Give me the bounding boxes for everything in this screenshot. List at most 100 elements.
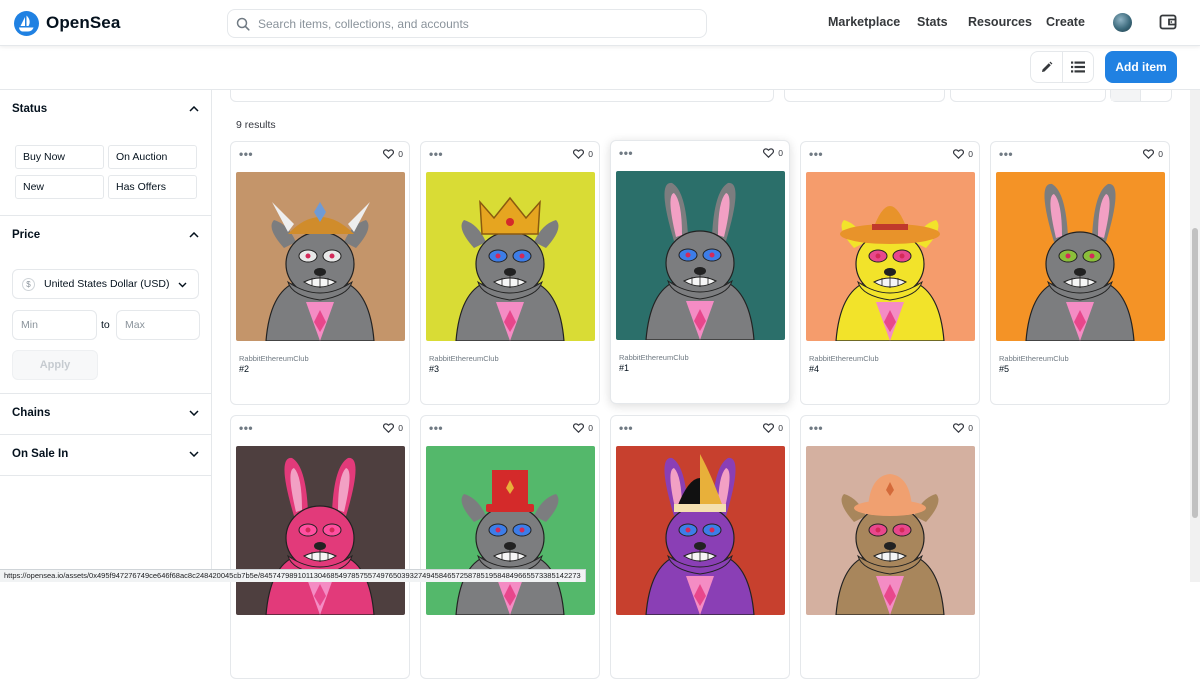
asset-image[interactable] [426,172,595,341]
asset-image[interactable] [616,446,785,615]
nav-create[interactable]: Create [1046,15,1085,29]
asset-image[interactable] [996,172,1165,341]
more-options-icon[interactable]: ••• [619,421,633,435]
nav-marketplace[interactable]: Marketplace [828,15,900,29]
asset-name[interactable]: #4 [809,364,819,374]
asset-image[interactable] [236,172,405,341]
heart-icon [763,423,775,433]
currency-value: United States Dollar (USD) [44,278,170,290]
favorite-count: 0 [778,423,783,433]
asset-image[interactable] [616,171,785,340]
chains-filter-title: Chains [12,407,51,419]
asset-image[interactable] [806,172,975,341]
heart-icon [383,423,395,433]
nav-resources[interactable]: Resources [968,15,1032,29]
asset-card[interactable]: ••• 0 RabbitEthereumClub # [990,141,1170,405]
list-icon [1070,61,1085,73]
list-view-button[interactable] [1061,52,1093,82]
asset-card[interactable]: ••• 0 RabbitEthereumClub # [420,141,600,405]
more-options-icon[interactable]: ••• [809,421,823,435]
apply-price-button[interactable]: Apply [12,350,98,380]
status-filter-header[interactable]: Status [0,90,211,128]
chevron-up-icon [189,106,199,112]
asset-collection-name[interactable]: RabbitEthereumClub [239,354,309,363]
asset-name[interactable]: #2 [239,364,249,374]
favorite-count: 0 [398,149,403,159]
status-buy-now[interactable]: Buy Now [15,145,104,169]
favorite-button[interactable]: 0 [953,149,973,159]
more-options-icon[interactable]: ••• [809,147,823,161]
asset-card[interactable]: ••• 0 RabbitEthereumClub # [230,141,410,405]
favorite-button[interactable]: 0 [383,423,403,433]
more-options-icon[interactable]: ••• [429,147,443,161]
favorite-button[interactable]: 0 [763,148,783,158]
heart-icon [573,423,585,433]
price-filter-title: Price [12,229,41,241]
scrollbar-thumb[interactable] [1192,228,1198,518]
more-options-icon[interactable]: ••• [999,147,1013,161]
on-sale-in-filter-title: On Sale In [12,448,69,460]
heart-icon [1143,149,1155,159]
more-options-icon[interactable]: ••• [619,146,633,160]
favorite-button[interactable]: 0 [573,149,593,159]
asset-name[interactable]: #3 [429,364,439,374]
asset-card[interactable]: ••• 0 [800,415,980,679]
top-navigation: OpenSea Marketplace Stats Resources Crea… [0,0,1200,46]
heart-icon [383,149,395,159]
asset-image[interactable] [426,446,595,615]
asset-card[interactable]: ••• 0 [230,415,410,679]
on-sale-in-filter-header[interactable]: On Sale In [0,435,211,473]
search-icon [236,17,250,31]
pencil-icon [1041,61,1053,72]
price-min-input[interactable] [12,310,97,340]
nav-stats[interactable]: Stats [917,15,948,29]
status-new[interactable]: New [15,175,104,199]
currency-select[interactable]: $ United States Dollar (USD) [12,269,199,299]
favorite-button[interactable]: 0 [1143,149,1163,159]
favorite-button[interactable]: 0 [383,149,403,159]
favorite-count: 0 [588,423,593,433]
more-options-icon[interactable]: ••• [239,421,253,435]
add-item-button[interactable]: Add item [1105,51,1177,83]
search-bar[interactable] [227,9,707,38]
asset-card[interactable]: ••• 0 RabbitEthereumClub # [800,141,980,405]
dollar-icon: $ [22,277,35,291]
favorite-button[interactable]: 0 [953,423,973,433]
more-options-icon[interactable]: ••• [239,147,253,161]
search-input[interactable] [258,16,678,31]
status-on-auction[interactable]: On Auction [108,145,197,169]
asset-collection-name[interactable]: RabbitEthereumClub [999,354,1069,363]
chevron-down-icon [189,410,199,416]
edit-button[interactable] [1031,52,1062,82]
asset-card[interactable]: ••• 0 RabbitEthereumClub # [610,140,790,404]
asset-image[interactable] [236,446,405,615]
page-scrollbar[interactable] [1190,90,1200,582]
more-options-icon[interactable]: ••• [429,421,443,435]
brand-name: OpenSea [46,13,121,32]
asset-name[interactable]: #1 [619,363,629,373]
asset-collection-name[interactable]: RabbitEthereumClub [809,354,879,363]
opensea-logo-icon [14,10,39,36]
asset-name[interactable]: #5 [999,364,1009,374]
chains-filter-header[interactable]: Chains [0,394,211,432]
chevron-up-icon [189,232,199,238]
asset-card[interactable]: ••• 0 [610,415,790,679]
price-max-input[interactable] [116,310,200,340]
asset-collection-name[interactable]: RabbitEthereumClub [619,353,689,362]
price-filter-header[interactable]: Price [0,216,211,254]
asset-card[interactable]: ••• 0 [420,415,600,679]
wallet-icon[interactable] [1159,13,1177,31]
favorite-button[interactable]: 0 [763,423,783,433]
favorite-count: 0 [588,149,593,159]
chevron-down-icon [189,451,199,457]
asset-image[interactable] [806,446,975,615]
heart-icon [763,148,775,158]
status-has-offers[interactable]: Has Offers [108,175,197,199]
chevron-down-icon [178,282,187,288]
favorite-button[interactable]: 0 [573,423,593,433]
profile-avatar[interactable] [1113,13,1132,32]
opensea-logo[interactable]: OpenSea [14,10,120,36]
results-count: 9 results [236,119,276,131]
favorite-count: 0 [398,423,403,433]
asset-collection-name[interactable]: RabbitEthereumClub [429,354,499,363]
